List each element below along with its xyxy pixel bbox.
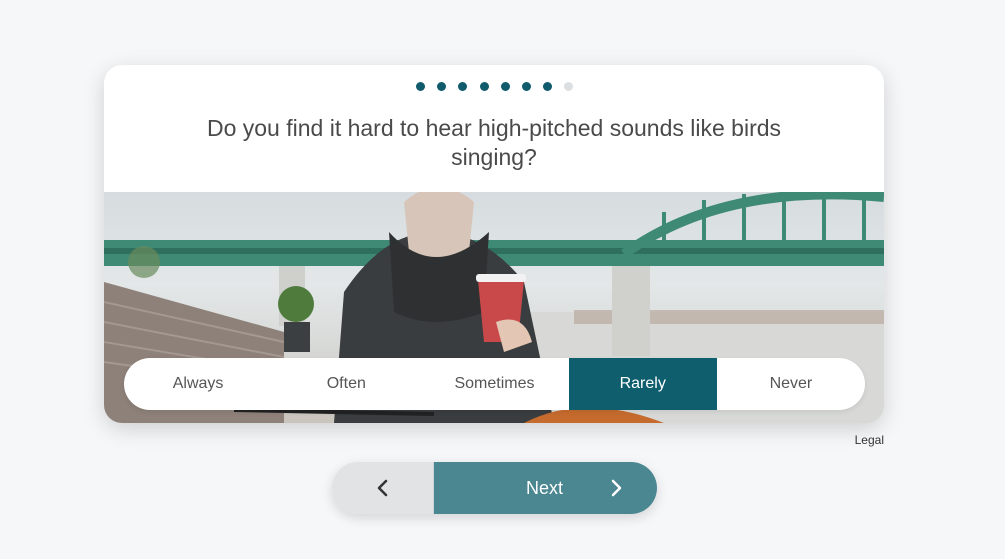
option-never[interactable]: Never — [717, 358, 865, 410]
navigation-bar: Next — [332, 462, 657, 514]
question-card: Do you find it hard to hear high-pitched… — [104, 65, 884, 423]
chevron-left-icon — [377, 479, 387, 497]
next-button[interactable]: Next — [434, 462, 657, 514]
progress-dot — [564, 82, 574, 91]
progress-dot — [458, 82, 468, 91]
progress-dot — [479, 82, 489, 91]
option-often[interactable]: Often — [272, 358, 420, 410]
legal-link[interactable]: Legal — [855, 433, 884, 447]
chevron-right-icon — [611, 479, 622, 497]
back-button[interactable] — [332, 462, 434, 514]
progress-dots — [416, 82, 574, 91]
next-label: Next — [525, 477, 563, 498]
progress-dot — [543, 82, 553, 91]
progress-dot — [521, 82, 531, 91]
answer-options: Always Often Sometimes Rarely Never — [124, 358, 865, 410]
progress-dot — [500, 82, 510, 91]
option-rarely[interactable]: Rarely — [568, 358, 717, 410]
question-text: Do you find it hard to hear high-pitched… — [206, 115, 782, 170]
progress-dot — [437, 82, 447, 91]
option-sometimes[interactable]: Sometimes — [420, 358, 568, 410]
progress-dot — [416, 82, 425, 91]
option-always[interactable]: Always — [124, 358, 272, 410]
